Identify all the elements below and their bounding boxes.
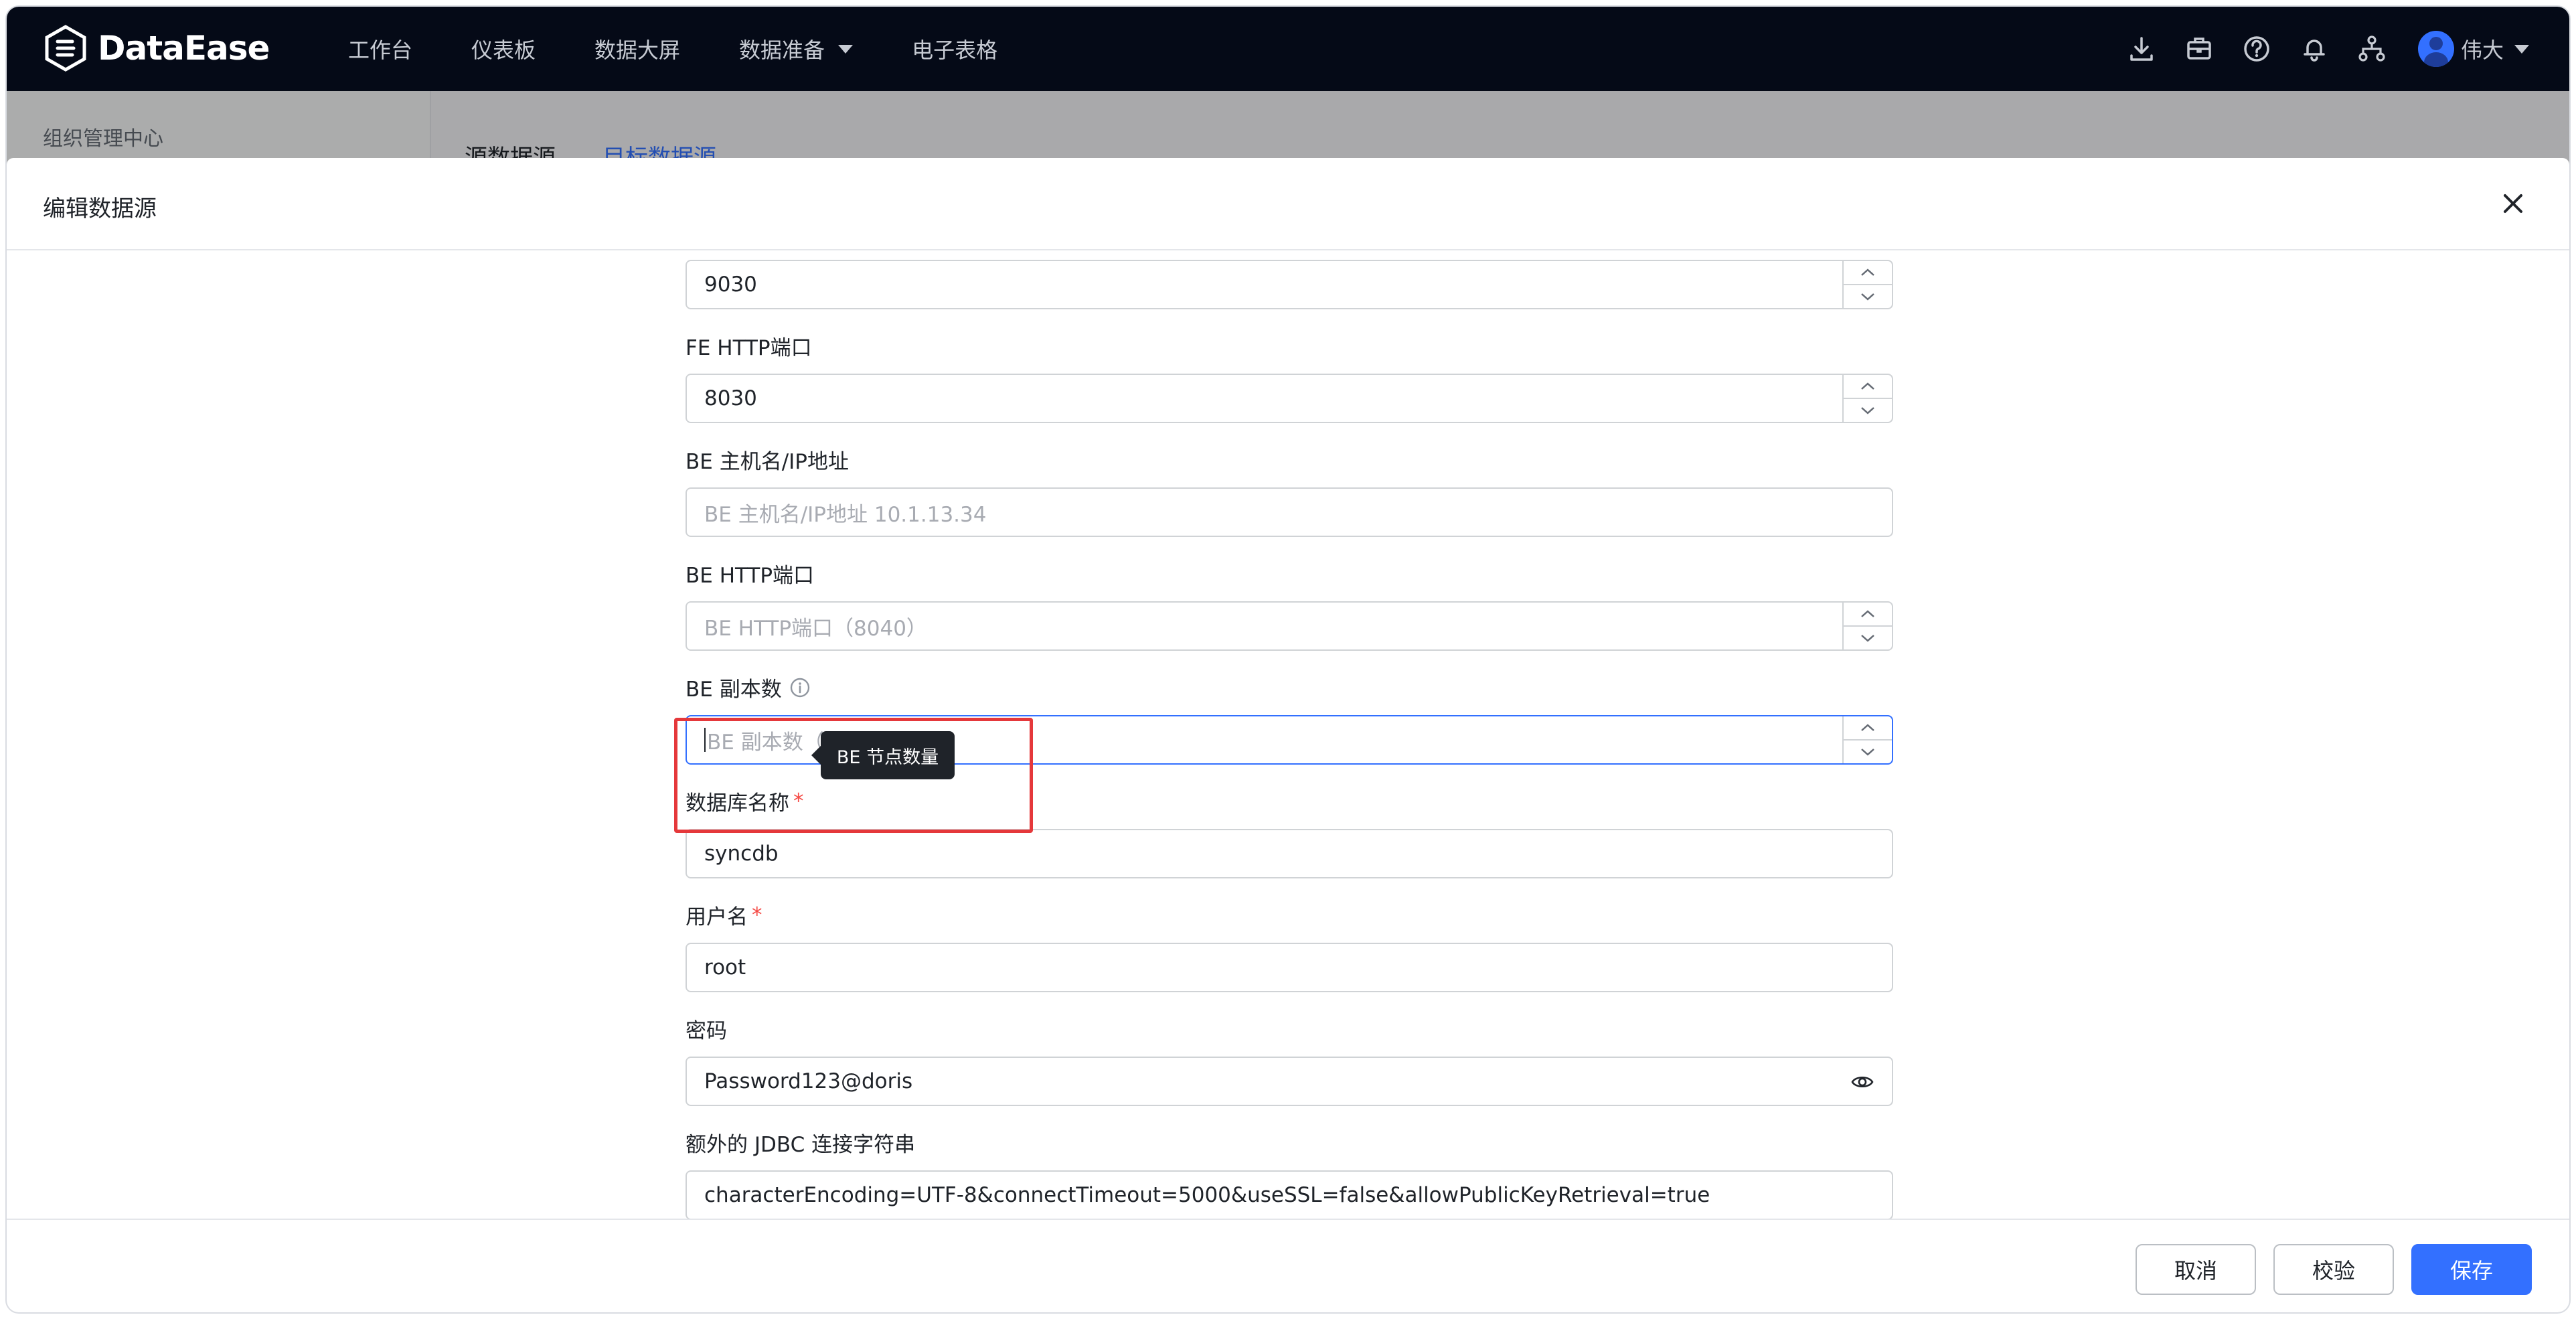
nav-label: 数据准备 [739, 37, 825, 63]
password-input[interactable]: Password123@doris [686, 1057, 1893, 1106]
input-placeholder: BE HTTP端口（8040） [704, 616, 927, 641]
app-window: DataEase 工作台 仪表板 数据大屏 数据准备 电子表格 伟大 组织管理中… [7, 7, 2569, 1312]
save-button[interactable]: 保存 [2411, 1244, 2532, 1295]
input-value: syncdb [704, 842, 779, 866]
input-value: 8030 [704, 386, 757, 410]
be-http-port-input[interactable]: BE HTTP端口（8040） [686, 601, 1893, 651]
main-nav: 工作台 仪表板 数据大屏 数据准备 电子表格 [348, 7, 1056, 91]
increment-icon[interactable] [1844, 261, 1892, 284]
bell-icon[interactable] [2299, 33, 2330, 64]
org-chart-icon[interactable] [2356, 33, 2387, 64]
input-placeholder: BE 主机名/IP地址 10.1.13.34 [704, 502, 987, 527]
logo[interactable]: DataEase [42, 24, 270, 72]
edit-datasource-dialog: 编辑数据源 9030 FE HTTP端口 8030 BE 主机名/IP地址 BE… [7, 158, 2569, 1312]
jdbc-extra-input[interactable]: characterEncoding=UTF-8&connectTimeout=5… [686, 1170, 1893, 1220]
number-stepper [1842, 716, 1892, 763]
username-label: 用户名 * [686, 900, 762, 930]
increment-icon[interactable] [1844, 716, 1892, 739]
user-name: 伟大 [2460, 37, 2504, 63]
increment-icon[interactable] [1844, 603, 1892, 625]
logo-text: DataEase [98, 29, 270, 68]
verify-button[interactable]: 校验 [2273, 1244, 2394, 1295]
dialog-header: 编辑数据源 [7, 158, 2569, 250]
dialog-body: 9030 FE HTTP端口 8030 BE 主机名/IP地址 BE 主机名/I… [7, 252, 2569, 1223]
top-navigation-bar: DataEase 工作台 仪表板 数据大屏 数据准备 电子表格 伟大 [7, 7, 2569, 91]
increment-icon[interactable] [1844, 375, 1892, 398]
fe-query-port-input[interactable]: 9030 [686, 260, 1893, 309]
avatar [2417, 31, 2454, 67]
eye-icon[interactable] [1850, 1070, 1874, 1094]
decrement-icon[interactable] [1844, 284, 1892, 308]
label-text: 密码 [686, 1019, 727, 1043]
download-icon[interactable] [2126, 33, 2157, 64]
dialog-footer: 取消 校验 保存 [7, 1219, 2569, 1312]
nav-label: 数据大屏 [594, 37, 681, 63]
fe-http-port-input[interactable]: 8030 [686, 374, 1893, 423]
help-icon[interactable] [2241, 33, 2272, 64]
be-host-input[interactable]: BE 主机名/IP地址 10.1.13.34 [686, 487, 1893, 537]
nav-item-data-screen[interactable]: 数据大屏 [594, 33, 680, 64]
dialog-title: 编辑数据源 [43, 196, 157, 222]
decrement-icon[interactable] [1844, 398, 1892, 422]
toolbar-icons: 伟大 [2099, 7, 2529, 91]
database-name-input[interactable]: syncdb [686, 829, 1893, 878]
user-menu[interactable]: 伟大 [2417, 31, 2529, 67]
nav-item-workbench[interactable]: 工作台 [348, 33, 412, 64]
username-input[interactable]: root [686, 943, 1893, 992]
briefcase-icon[interactable] [2184, 33, 2215, 64]
password-label: 密码 [686, 1014, 727, 1044]
nav-item-dashboard[interactable]: 仪表板 [471, 33, 536, 64]
label-text: BE 主机名/IP地址 [686, 450, 849, 474]
label-text: FE HTTP端口 [686, 336, 812, 360]
input-value: 9030 [704, 273, 757, 297]
input-value: Password123@doris [704, 1069, 913, 1093]
required-marker: * [752, 903, 762, 927]
dataease-logo-icon [45, 25, 86, 72]
input-value: characterEncoding=UTF-8&connectTimeout=5… [704, 1183, 1710, 1207]
number-stepper [1842, 375, 1892, 422]
close-icon[interactable] [2497, 187, 2529, 220]
number-stepper [1842, 261, 1892, 308]
label-text: BE HTTP端口 [686, 564, 815, 588]
caret-down-icon [838, 44, 854, 54]
info-icon[interactable] [789, 676, 811, 699]
decrement-icon[interactable] [1844, 625, 1892, 649]
highlight-box [674, 718, 1033, 833]
caret-down-icon [2514, 44, 2529, 54]
be-http-port-label: BE HTTP端口 [686, 558, 814, 589]
cancel-button[interactable]: 取消 [2136, 1244, 2256, 1295]
input-value: root [704, 955, 746, 980]
jdbc-extra-label: 额外的 JDBC 连接字符串 [686, 1128, 915, 1158]
nav-label: 电子表格 [912, 37, 998, 63]
decrement-icon[interactable] [1844, 739, 1892, 763]
nav-label: 工作台 [348, 37, 413, 63]
be-host-label: BE 主机名/IP地址 [686, 445, 849, 475]
fe-http-port-label: FE HTTP端口 [686, 331, 812, 361]
nav-label: 仪表板 [471, 37, 536, 63]
nav-item-spreadsheet[interactable]: 电子表格 [912, 33, 997, 64]
label-text: 额外的 JDBC 连接字符串 [686, 1133, 916, 1157]
number-stepper [1842, 603, 1892, 649]
nav-item-data-prep[interactable]: 数据准备 [739, 33, 854, 64]
label-text: BE 副本数 [686, 678, 782, 702]
label-text: 用户名 [686, 905, 748, 929]
be-replicas-label: BE 副本数 [686, 672, 811, 702]
